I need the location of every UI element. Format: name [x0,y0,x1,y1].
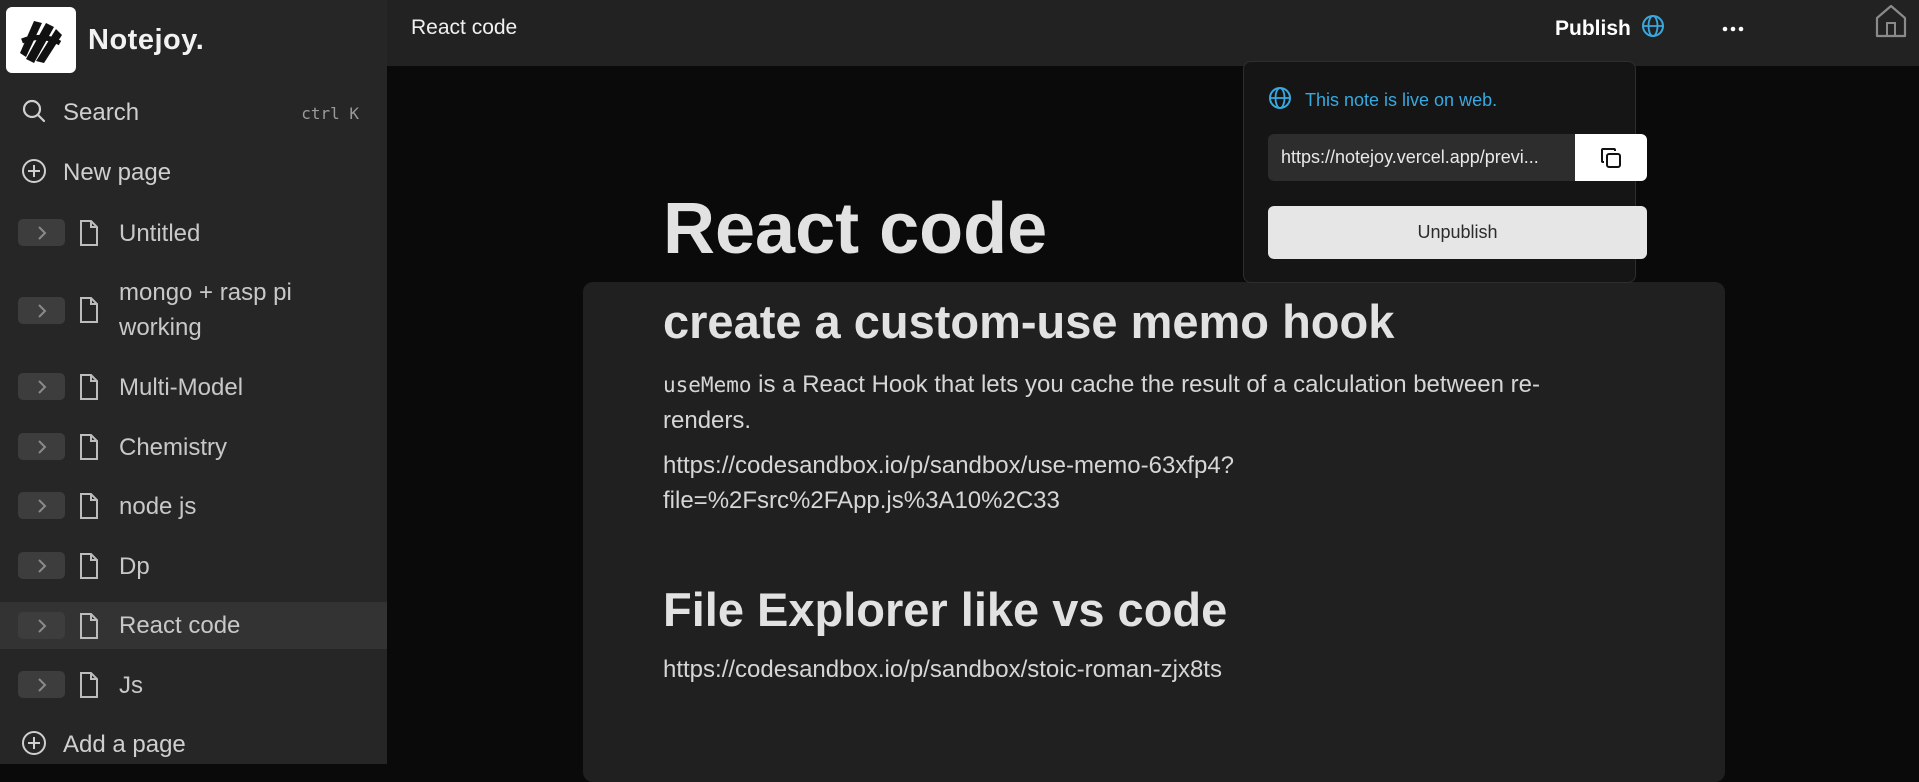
document-icon [78,493,100,524]
expand-button[interactable] [18,219,65,246]
sidebar-item-js[interactable]: Js [0,666,387,704]
sidebar-item-label: Untitled [119,220,201,247]
more-options-button[interactable] [1713,14,1753,44]
expand-button[interactable] [18,612,65,639]
expand-button[interactable] [18,492,65,519]
sidebar-item-node-js[interactable]: node js [0,487,387,525]
document-icon [78,220,100,251]
sidebar-item-untitled[interactable]: Untitled [0,214,387,252]
chevron-right-icon [37,439,46,454]
add-page-button[interactable]: Add a page [0,725,387,765]
document-icon [78,374,100,405]
sidebar-item-label: Chemistry [119,434,228,461]
home-icon[interactable] [1874,3,1908,44]
chevron-right-icon [37,677,46,692]
copy-url-button[interactable] [1575,134,1647,181]
search-button[interactable]: Search ctrl K [0,93,387,133]
unpublish-button[interactable]: Unpublish [1268,206,1647,259]
public-url-field[interactable]: https://notejoy.vercel.app/previ... [1268,134,1575,181]
document-icon [78,553,100,584]
live-status-text: This note is live on web. [1305,90,1498,110]
sidebar-item-label: Multi-Model [119,374,244,401]
expand-button[interactable] [18,433,65,460]
document-icon [78,613,100,644]
chevron-right-icon [37,303,46,318]
search-label: Search [63,99,140,126]
plus-circle-icon [21,730,47,761]
sidebar-item-react-code[interactable]: React code [0,602,387,649]
copy-icon [1601,147,1621,168]
inline-code: useMemo [663,373,752,397]
more-icon [1722,26,1744,32]
search-shortcut: ctrl K [301,103,359,123]
sidebar-item-label: Js [119,672,143,699]
note-title-breadcrumb: React code [411,16,518,39]
sidebar-item-mongo[interactable]: mongo + rasp pi working [0,275,387,347]
paragraph-text: is a React Hook that lets you cache the … [663,371,1540,434]
expand-button[interactable] [18,373,65,400]
expand-button[interactable] [18,671,65,698]
sidebar-item-dp[interactable]: Dp [0,547,387,585]
sidebar-item-label: node js [119,493,197,520]
link-codesandbox-memo[interactable]: https://codesandbox.io/p/sandbox/use-mem… [663,448,1613,518]
globe-icon [1268,86,1292,115]
publish-popover: This note is live on web. https://notejo… [1243,61,1647,283]
plus-circle-icon [21,158,47,189]
expand-button[interactable] [18,552,65,579]
heading-custom-memo[interactable]: create a custom-use memo hook [663,294,1394,349]
chevron-right-icon [37,618,46,633]
publish-label: Publish [1555,16,1631,40]
new-page-button[interactable]: New page [0,153,387,193]
chevron-right-icon [37,225,46,240]
sidebar-item-label: Dp [119,553,150,580]
sidebar-item-multi-model[interactable]: Multi-Model [0,368,387,406]
search-icon [21,98,47,129]
sidebar: Notejoy. Search ctrl K New page Untitled… [0,0,387,764]
link-codesandbox-explorer[interactable]: https://codesandbox.io/p/sandbox/stoic-r… [663,652,1613,687]
logo-icon [6,7,76,73]
sidebar-item-label: mongo + rasp pi working [119,279,292,341]
new-page-label: New page [63,159,172,186]
sidebar-item-chemistry[interactable]: Chemistry [0,428,387,466]
topbar: React code Publish [387,0,1919,66]
sidebar-item-label: React code [119,612,241,639]
globe-icon [1641,14,1665,43]
heading-file-explorer[interactable]: File Explorer like vs code [663,582,1227,637]
brand[interactable]: Notejoy. [6,7,204,73]
paragraph-usememo[interactable]: useMemo is a React Hook that lets you ca… [663,367,1613,438]
document-icon [78,434,100,465]
chevron-right-icon [37,498,46,513]
document-icon [78,297,100,328]
expand-button[interactable] [18,297,65,324]
add-page-label: Add a page [63,731,186,758]
chevron-right-icon [37,379,46,394]
content-block [583,282,1725,782]
publish-button[interactable]: Publish [1555,14,1665,43]
live-status: This note is live on web. [1268,86,1497,115]
chevron-right-icon [37,558,46,573]
document-icon [78,672,100,703]
brand-name: Notejoy. [88,23,205,56]
page-title[interactable]: React code [663,188,1047,270]
